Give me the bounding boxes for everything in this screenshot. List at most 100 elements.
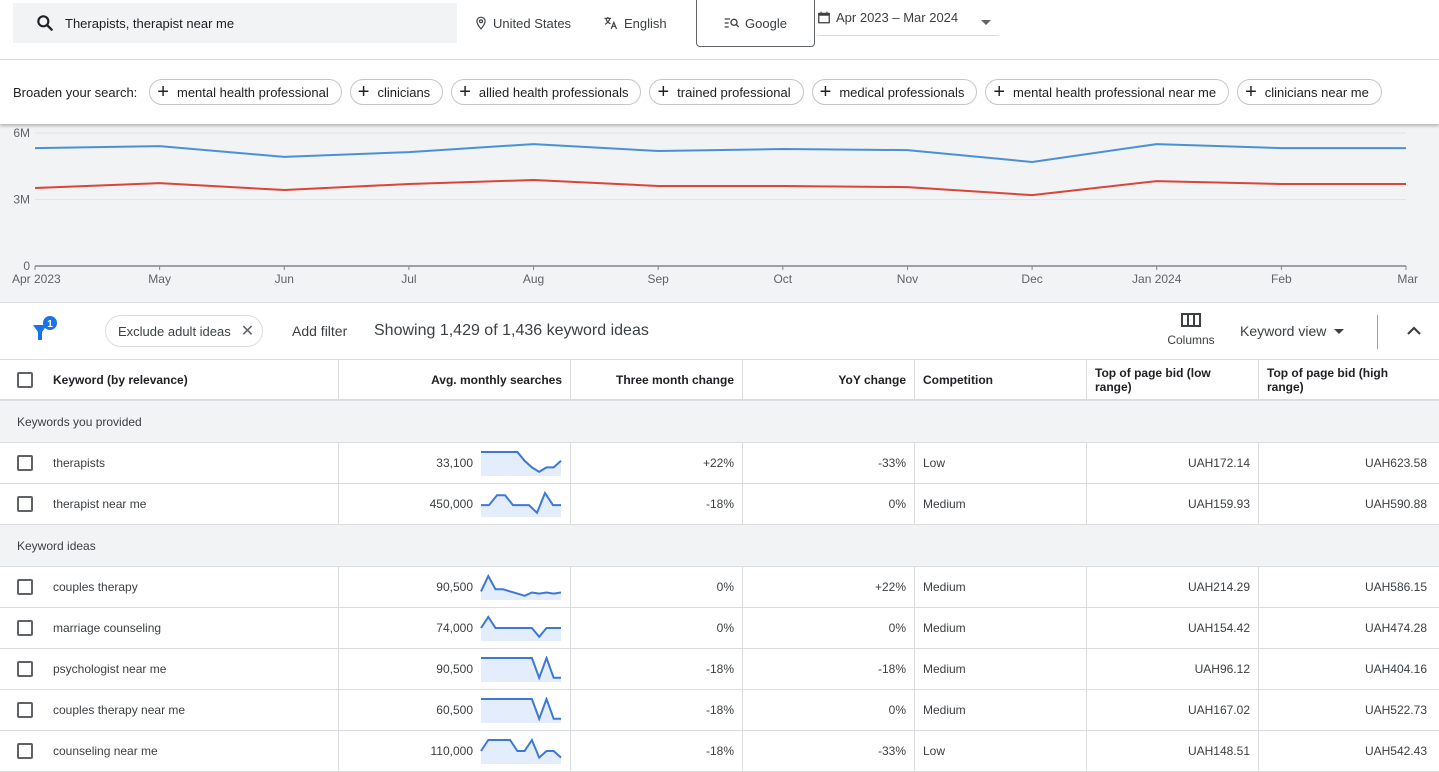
broaden-chip[interactable]: +clinicians — [350, 79, 443, 105]
competition-cell: Medium — [915, 608, 1087, 648]
row-checkbox[interactable] — [17, 620, 33, 636]
broaden-chip[interactable]: +mental health professional near me — [985, 79, 1229, 105]
keyword-text: couples therapy — [53, 580, 138, 594]
header-label: YoY change — [838, 373, 906, 387]
bid-high-cell: UAH586.15 — [1259, 567, 1439, 607]
yoy-change-value: +22% — [875, 580, 906, 594]
trend-sparkline[interactable] — [480, 738, 562, 764]
broaden-chip[interactable]: + mental health professional — [149, 79, 341, 105]
keyword-cell: psychologist near me — [0, 649, 339, 689]
header-keyword[interactable]: Keyword (by relevance) — [0, 360, 339, 399]
header-label: Top of page bid (low range) — [1095, 366, 1250, 394]
broaden-chip[interactable]: +clinicians near me — [1237, 79, 1382, 105]
row-checkbox[interactable] — [17, 661, 33, 677]
filter-toolbar: 1 Exclude adult ideas ✕ Add filter Showi… — [0, 302, 1439, 360]
header-bid-high[interactable]: Top of page bid (high range) — [1259, 360, 1439, 399]
sparkline-area — [481, 576, 561, 600]
three-month-change-cell: -18% — [571, 484, 743, 524]
table-row: marriage counseling74,0000%0%MediumUAH15… — [0, 608, 1439, 649]
trend-sparkline[interactable] — [480, 656, 562, 682]
columns-label: Columns — [1160, 333, 1222, 347]
bid-high-value: UAH404.16 — [1365, 662, 1427, 676]
yoy-change-value: 0% — [889, 497, 906, 511]
row-checkbox[interactable] — [17, 579, 33, 595]
date-range-selector[interactable]: Apr 2023 – Mar 2024 — [817, 0, 999, 36]
location-selector[interactable]: United States — [474, 0, 571, 46]
competition-value: Medium — [923, 580, 966, 594]
avg-monthly-searches-cell: 90,500 — [339, 567, 571, 607]
x-tick-label: Jul — [401, 272, 416, 286]
keyword-view-dropdown[interactable]: Keyword view — [1240, 323, 1344, 339]
bid-low-value: UAH148.51 — [1188, 744, 1250, 758]
broaden-search-bar: Broaden your search: +mental health prof… — [0, 60, 1439, 124]
avg-monthly-searches-cell: 110,000 — [339, 731, 571, 771]
divider — [1377, 315, 1378, 349]
header-avg-monthly-searches[interactable]: Avg. monthly searches — [339, 360, 571, 399]
filter-count-badge: 1 — [47, 319, 53, 330]
exclude-chip-label: Exclude adult ideas — [118, 324, 231, 339]
bid-low-value: UAH172.14 — [1188, 456, 1250, 470]
trend-sparkline[interactable] — [480, 491, 562, 517]
three-month-change-value: +22% — [703, 456, 734, 470]
row-checkbox[interactable] — [17, 743, 33, 759]
competition-cell: Medium — [915, 690, 1087, 730]
avg-searches-value: 90,500 — [436, 662, 473, 676]
header-bid-low[interactable]: Top of page bid (low range) — [1087, 360, 1259, 399]
trend-sparkline[interactable] — [480, 574, 562, 600]
avg-monthly-searches-cell: 33,100 — [339, 443, 571, 483]
broaden-chip[interactable]: +trained professional — [649, 79, 803, 105]
x-tick-label: Jan 2024 — [1132, 272, 1182, 286]
series-line-mobile — [35, 180, 1406, 195]
language-selector[interactable]: English — [602, 0, 667, 46]
table-row: couples therapy90,5000%+22%MediumUAH214.… — [0, 567, 1439, 608]
competition-value: Medium — [923, 703, 966, 717]
three-month-change-cell: -18% — [571, 731, 743, 771]
x-tick-label: Sep — [648, 272, 670, 286]
x-tick-label: May — [148, 272, 171, 286]
yoy-change-cell: +22% — [743, 567, 915, 607]
chevron-up-icon[interactable] — [1404, 321, 1424, 341]
series-line-total — [35, 144, 1406, 162]
bid-low-value: UAH167.02 — [1188, 703, 1250, 717]
yoy-change-cell: -33% — [743, 443, 915, 483]
filter-icon[interactable]: 1 — [30, 315, 60, 345]
add-filter-button[interactable]: Add filter — [292, 323, 347, 339]
bid-high-cell: UAH522.73 — [1259, 690, 1439, 730]
broaden-chip[interactable]: +allied health professionals — [451, 79, 641, 105]
header-label: Keyword (by relevance) — [53, 373, 188, 387]
broaden-chip[interactable]: +medical professionals — [812, 79, 978, 105]
x-tick-label: Jun — [275, 272, 294, 286]
chip-label: mental health professional — [177, 85, 329, 100]
x-tick-label: Aug — [523, 272, 544, 286]
select-all-checkbox[interactable] — [17, 372, 33, 388]
search-value: Therapists, therapist near me — [65, 16, 234, 31]
plus-icon: + — [157, 82, 169, 102]
search-input[interactable]: Therapists, therapist near me — [13, 3, 457, 43]
bid-low-cell: UAH167.02 — [1087, 690, 1259, 730]
three-month-change-value: -18% — [706, 662, 734, 676]
header-competition[interactable]: Competition — [915, 360, 1087, 399]
exclude-adult-ideas-chip[interactable]: Exclude adult ideas ✕ — [105, 315, 263, 347]
chip-label: allied health professionals — [479, 85, 629, 100]
header-yoy-change[interactable]: YoY change — [743, 360, 915, 399]
yoy-change-cell: -33% — [743, 731, 915, 771]
header-label: Three month change — [616, 373, 734, 387]
trend-sparkline[interactable] — [480, 615, 562, 641]
three-month-change-value: -18% — [706, 497, 734, 511]
plus-icon: + — [358, 82, 370, 102]
close-icon[interactable]: ✕ — [241, 321, 254, 341]
row-checkbox[interactable] — [17, 455, 33, 471]
columns-button[interactable]: Columns — [1160, 313, 1222, 347]
trend-sparkline[interactable] — [480, 697, 562, 723]
three-month-change-cell: 0% — [571, 567, 743, 607]
search-network-selector[interactable]: Google — [696, 0, 815, 47]
row-checkbox[interactable] — [17, 702, 33, 718]
trend-sparkline[interactable] — [480, 450, 562, 476]
y-tick-label: 6M — [13, 126, 30, 140]
bid-high-cell: UAH590.88 — [1259, 484, 1439, 524]
header-three-month-change[interactable]: Three month change — [571, 360, 743, 399]
header-label: Avg. monthly searches — [431, 373, 562, 387]
row-checkbox[interactable] — [17, 496, 33, 512]
bid-high-value: UAH590.88 — [1365, 497, 1427, 511]
table-group-row: Keyword ideas — [0, 525, 1439, 567]
